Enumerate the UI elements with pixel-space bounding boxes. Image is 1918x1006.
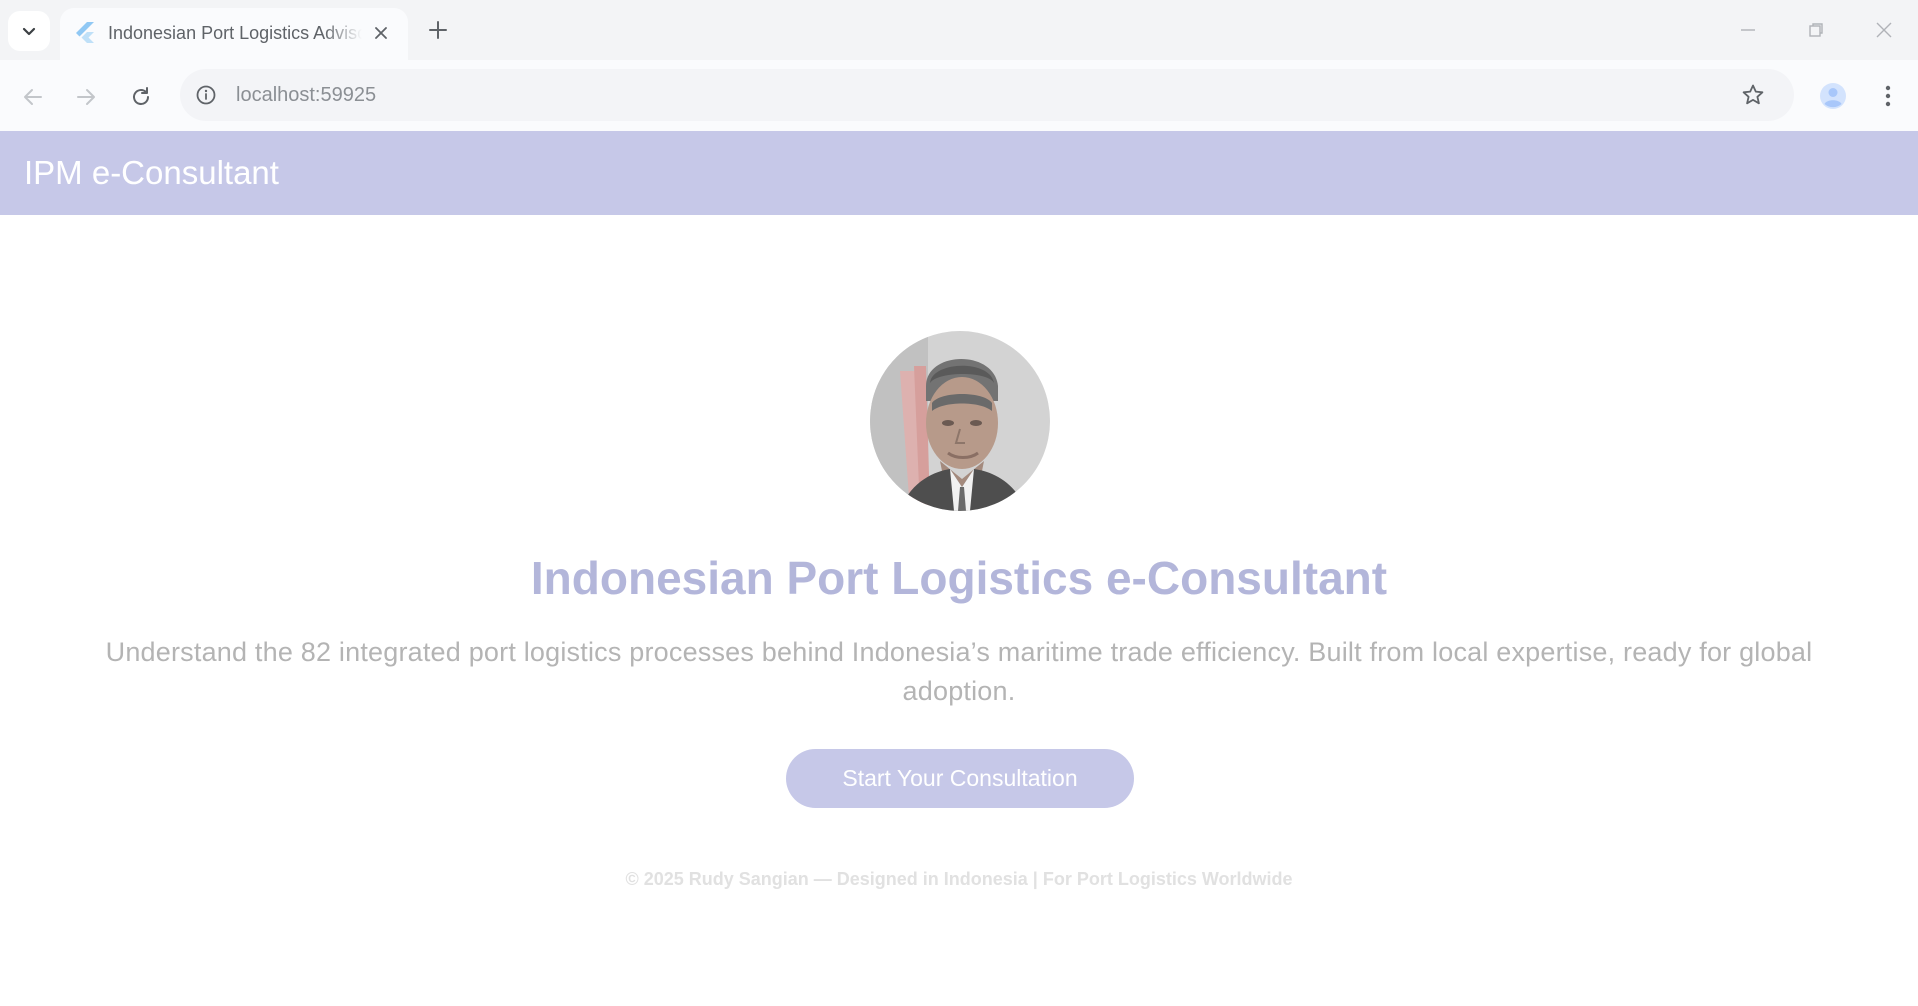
plus-icon [429,21,447,39]
restore-button[interactable] [1788,8,1844,52]
forward-button[interactable] [66,77,106,117]
profile-button[interactable] [1814,77,1852,115]
browser-toolbar: localhost:59925 [0,60,1918,131]
star-icon [1742,84,1764,105]
address-url[interactable]: localhost:59925 [236,82,376,108]
minimize-icon [1741,29,1755,31]
tab-close-button[interactable] [368,20,394,46]
hero-description: Understand the 82 integrated port logist… [105,637,1813,706]
site-info-button[interactable] [192,81,220,109]
minimize-button[interactable] [1720,8,1776,52]
person-icon [1820,83,1846,109]
forward-arrow-icon [77,89,95,105]
back-button[interactable] [13,77,53,117]
chevron-down-icon [22,27,36,36]
bookmark-button[interactable] [1738,80,1768,110]
close-icon [375,27,387,39]
consultant-portrait [870,331,1050,511]
browser-menu-button[interactable] [1870,77,1906,115]
back-arrow-icon [24,89,42,105]
reload-icon [133,87,149,105]
landing-content: Indonesian Port Logistics e-Consultant U… [0,215,1918,1006]
start-consultation-button[interactable]: Start Your Consultation [786,749,1134,808]
browser-tab-strip: Indonesian Port Logistics Advisor [0,0,1918,60]
close-icon [1876,22,1892,38]
app-title: IPM e-Consultant [24,154,279,191]
tab-search-button[interactable] [8,11,50,51]
footer-text: © 2025 Rudy Sangian — Designed in Indone… [625,869,1293,889]
browser-tab[interactable]: Indonesian Port Logistics Advisor [60,8,408,60]
new-tab-button[interactable] [420,12,456,48]
kebab-menu-icon [1885,85,1891,107]
info-icon [196,85,216,105]
address-bar[interactable]: localhost:59925 [180,69,1794,121]
hero-title: Indonesian Port Logistics e-Consultant [530,552,1388,604]
flutter-icon [76,22,94,43]
app-bar: IPM e-Consultant [0,131,1918,215]
reload-button[interactable] [121,77,161,117]
tab-title: Indonesian Port Logistics Advisor [108,23,362,43]
avatar [870,331,1050,511]
close-window-button[interactable] [1856,8,1912,52]
restore-icon [1809,23,1823,37]
